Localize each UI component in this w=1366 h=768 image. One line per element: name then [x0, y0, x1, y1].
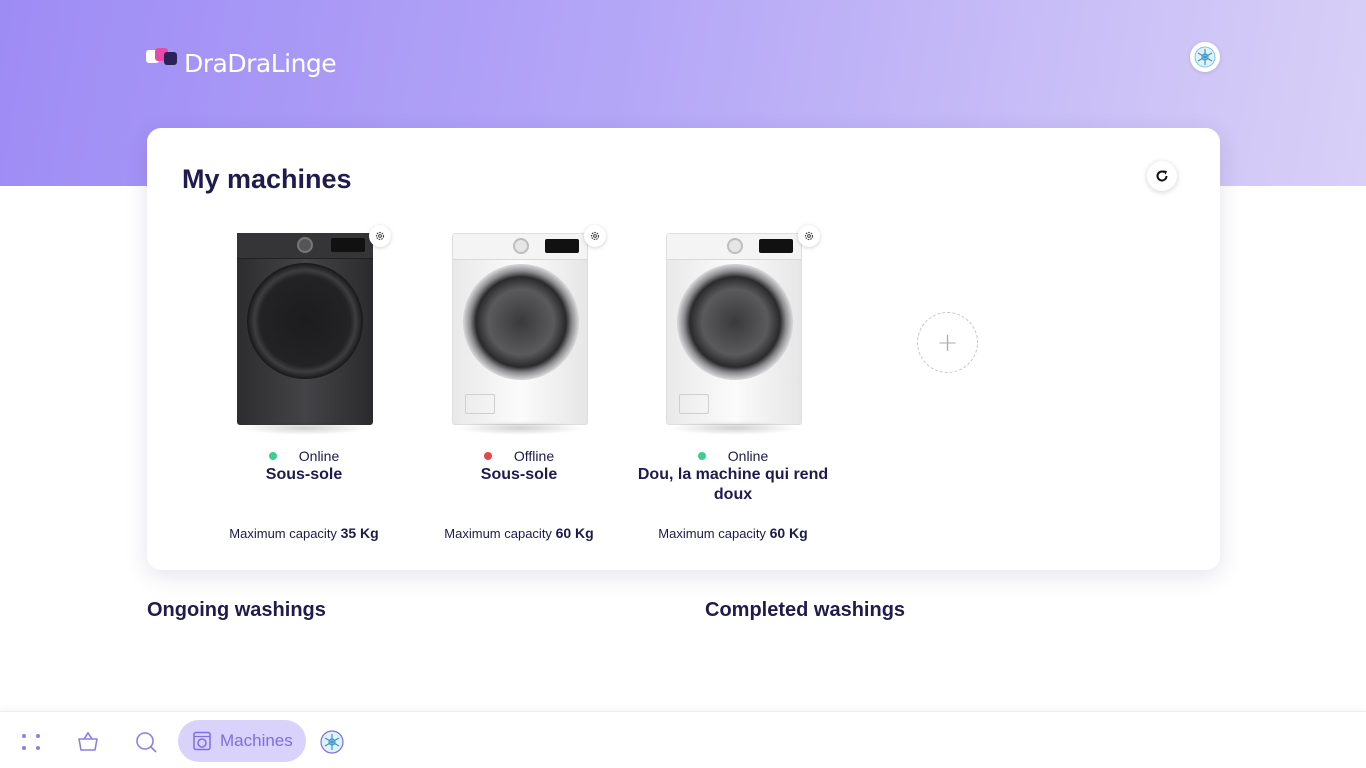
nav-profile[interactable]: [320, 730, 344, 754]
capacity-value: 60 Kg: [555, 525, 594, 541]
plus-icon: +: [936, 327, 959, 358]
refresh-icon: [1156, 170, 1168, 182]
capacity-label: Maximum capacity: [229, 526, 337, 541]
status-dot: [483, 452, 492, 460]
gear-icon: [590, 231, 600, 241]
machine-image: [666, 233, 802, 435]
nav-apps[interactable]: [19, 730, 43, 754]
machine-settings-button[interactable]: [584, 225, 606, 247]
ongoing-washings-title: Ongoing washings: [147, 599, 326, 621]
capacity-label: Maximum capacity: [444, 526, 552, 541]
nav-basket[interactable]: [76, 730, 100, 754]
basket-icon: [78, 731, 98, 751]
status-label: Online: [298, 448, 340, 464]
machine-capacity: Maximum capacity 60 Kg: [618, 525, 848, 541]
machine-card[interactable]: Online Dou, la machine qui rend doux Max…: [618, 223, 848, 553]
machine-name: Sous-sole: [265, 466, 343, 483]
card-title: My machines: [182, 164, 352, 194]
machine-image: [237, 233, 373, 435]
bottom-navigation: Machines: [0, 711, 1366, 768]
user-avatar[interactable]: [1190, 42, 1220, 72]
status-label: Offline: [513, 448, 555, 464]
logo-mark-icon: [146, 48, 180, 72]
machine-name: Sous-sole: [480, 466, 558, 483]
completed-washings-title: Completed washings: [705, 599, 906, 621]
status-dot: [697, 452, 706, 460]
nav-search[interactable]: [134, 730, 158, 754]
snowflake-avatar-icon: [320, 730, 344, 754]
capacity-value: 35 Kg: [340, 525, 379, 541]
search-icon: [136, 732, 157, 753]
gear-icon: [804, 231, 814, 241]
machine-settings-button[interactable]: [798, 225, 820, 247]
logo-text: DraDraLinge: [184, 48, 337, 78]
machine-status: Online: [618, 448, 848, 464]
machine-status: Offline: [404, 448, 634, 464]
machine-card[interactable]: Offline Sous-sole Maximum capacity 60 Kg: [404, 223, 634, 553]
snowflake-avatar-icon: [1194, 46, 1216, 68]
machine-capacity: Maximum capacity 60 Kg: [404, 525, 634, 541]
apps-grid-icon: [22, 734, 40, 750]
gear-icon: [375, 231, 385, 241]
machine-settings-button[interactable]: [369, 225, 391, 247]
app-logo[interactable]: DraDraLinge: [146, 42, 337, 78]
machine-image: [452, 233, 588, 435]
capacity-value: 60 Kg: [769, 525, 808, 541]
machine-name: Dou, la machine qui rend doux: [637, 466, 829, 503]
washing-machine-icon: [193, 731, 211, 751]
machine-capacity: Maximum capacity 35 Kg: [189, 525, 419, 541]
status-dot: [268, 452, 277, 460]
my-machines-card: My machines Online Sous-sole Maximum cap…: [147, 128, 1220, 570]
machine-status: Online: [189, 448, 419, 464]
status-label: Online: [727, 448, 769, 464]
refresh-button[interactable]: [1147, 161, 1177, 191]
machine-card[interactable]: Online Sous-sole Maximum capacity 35 Kg: [189, 223, 419, 553]
nav-machines-label: Machines: [220, 731, 293, 750]
capacity-label: Maximum capacity: [658, 526, 766, 541]
add-machine-button[interactable]: +: [917, 312, 978, 373]
nav-machines-active[interactable]: Machines: [178, 720, 306, 762]
